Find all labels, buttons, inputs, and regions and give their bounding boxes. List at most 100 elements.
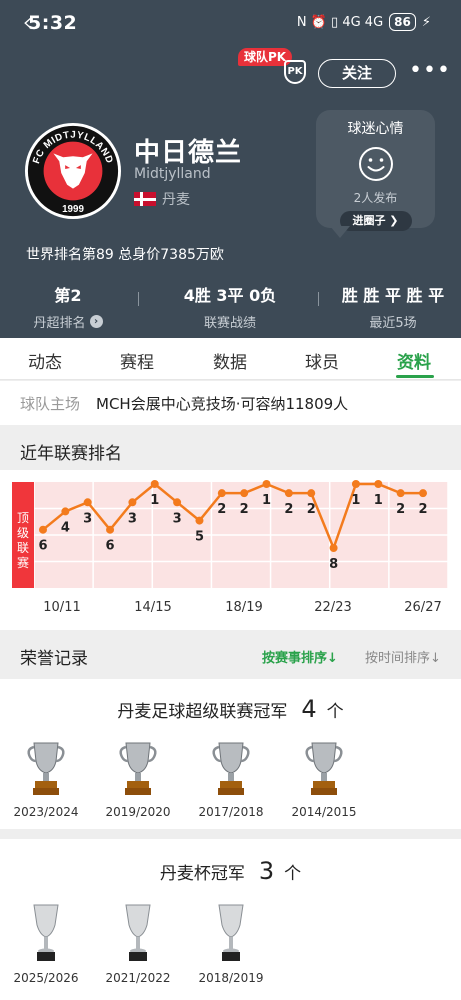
- trophy-item[interactable]: 2014/2015: [284, 739, 364, 819]
- chart-x-tick-label: 10/11: [43, 600, 80, 615]
- trophy-item[interactable]: 2019/2020: [98, 739, 178, 819]
- chart-data-label: 6: [106, 539, 115, 554]
- team-country: 丹麦: [134, 189, 190, 209]
- league-rank-header: 近年联赛排名: [0, 428, 461, 470]
- trophy-season: 2025/2026: [13, 971, 79, 985]
- league-trophy-icon: [27, 742, 65, 795]
- chart-band-label: 级: [17, 526, 29, 540]
- chart-point: [106, 525, 115, 534]
- chart-data-label: 1: [262, 493, 271, 508]
- league-trophy-icon: [119, 742, 157, 795]
- team-header: 5:32 N ⏰ ▯ 4G 4G 86 ⚡ ‹ 球队PK PK 关注 ••• F…: [0, 0, 461, 338]
- honor-group-title: 丹麦杯冠军 3 个: [159, 857, 302, 885]
- chart-point: [128, 498, 137, 507]
- charging-icon: ⚡: [421, 14, 431, 30]
- chart-band-label: 顶: [17, 511, 29, 525]
- follow-button[interactable]: 关注: [318, 59, 396, 88]
- chart-point: [150, 480, 159, 488]
- trophy-item[interactable]: 2017/2018: [191, 739, 271, 819]
- trophy-season: 2021/2022: [105, 971, 171, 985]
- team-stats: 第2 丹超排名 › 4胜 3平 0负 联赛战绩 胜 胜 平 胜 平 最近5场: [0, 282, 461, 331]
- battery-icon: 86: [389, 13, 416, 31]
- chart-data-label: 3: [83, 511, 92, 526]
- active-tab-indicator: [396, 375, 434, 378]
- sort-by-time-button[interactable]: 按时间排序↓: [365, 647, 441, 666]
- trophy-season: 2018/2019: [198, 971, 264, 985]
- tab-news[interactable]: 动态: [28, 348, 62, 373]
- venue-value: MCH会展中心竞技场·可容纳11809人: [96, 395, 349, 413]
- fan-card-tail: [330, 226, 350, 238]
- cup-trophy-icon: [218, 904, 244, 961]
- chart-point: [217, 489, 226, 498]
- tab-players[interactable]: 球员: [305, 348, 339, 373]
- chart-band-label: 赛: [17, 555, 29, 570]
- logo-year: 1999: [62, 204, 84, 215]
- league-rank-chart: 顶级联赛643631352 212 281 12 210/11 14/15 18/19 22/…: [12, 480, 449, 615]
- fan-post-count: 2人发布: [353, 191, 398, 205]
- chart-point: [262, 480, 271, 488]
- stat-last-five: 胜 胜 平 胜 平 最近5场: [338, 282, 448, 331]
- section-title: 荣誉记录: [20, 649, 88, 669]
- country-label: 丹麦: [162, 192, 190, 208]
- trophy-item[interactable]: 2023/2024: [6, 739, 86, 819]
- team-name: 中日德兰: [134, 138, 243, 168]
- fan-mood-card[interactable]: 球迷心情 2人发布 进圈子 ❯: [316, 110, 435, 231]
- chart-point: [351, 480, 360, 488]
- trophy-season: 2014/2015: [291, 805, 357, 819]
- chart-point: [83, 498, 92, 507]
- back-arrow-icon[interactable]: ‹: [22, 8, 34, 38]
- venue-row: 球队主场 MCH会展中心竞技场·可容纳11809人: [0, 381, 461, 425]
- world-rank-value: 世界排名第89 总身价7385万欧: [26, 247, 224, 263]
- honor-group-card: 丹麦足球超级联赛冠军 4 个 2023/2024 2019/2020 2017/…: [0, 679, 461, 829]
- trophy-item[interactable]: 2021/2022: [98, 901, 178, 985]
- chart-data-label: 4: [61, 520, 70, 535]
- venue-label: 球队主场: [20, 395, 81, 413]
- status-time: 5:32: [28, 12, 78, 34]
- enter-circle-button[interactable]: 进圈子 ❯: [339, 211, 412, 231]
- team-logo: FC MIDTJYLLAND 1999: [24, 122, 122, 220]
- chart-data-label: 1: [150, 493, 159, 508]
- chart-point: [284, 489, 293, 498]
- chart-point: [39, 525, 47, 534]
- stat-label: 最近5场: [369, 316, 417, 331]
- chart-data-label: 1: [374, 493, 383, 508]
- tab-schedule[interactable]: 赛程: [120, 348, 154, 373]
- chart-point: [240, 489, 249, 498]
- chart-data-label: 6: [38, 539, 47, 554]
- trophy-item[interactable]: 2018/2019: [191, 901, 271, 985]
- trophy-season: 2017/2018: [198, 805, 264, 819]
- more-icon[interactable]: •••: [409, 58, 451, 83]
- stat-league-rank[interactable]: 第2 丹超排名 ›: [22, 282, 114, 331]
- cup-trophy-icon: [33, 904, 59, 961]
- tab-data[interactable]: 数据: [213, 348, 247, 373]
- section-title: 近年联赛排名: [20, 444, 122, 464]
- chevron-right-icon: ›: [89, 315, 103, 328]
- league-rank-chart-box: 顶级联赛 6 4 3 6 3 1 3 5 2 2 1 2 2 8 1 1 2 2 10/11 14/15 18/19 22/…: [0, 470, 461, 630]
- stat-divider: [318, 292, 319, 306]
- signal-icons: N ⏰ ▯ 4G 4G: [296, 14, 384, 30]
- chart-point: [419, 489, 427, 498]
- smiley-icon: [358, 147, 393, 181]
- sort-by-event-button[interactable]: 按赛事排序↓: [262, 647, 338, 666]
- chart-data-label: 2: [240, 502, 249, 517]
- chart-point: [195, 516, 204, 525]
- chart-point: [396, 489, 405, 498]
- chart-data-label: 1: [351, 493, 360, 508]
- trophy-item[interactable]: 2025/2026: [6, 901, 86, 985]
- tab-info[interactable]: 资料: [397, 348, 431, 373]
- trophy-season: 2023/2024: [13, 805, 79, 819]
- stat-value: 第2: [54, 286, 82, 305]
- stat-value: 胜 胜 平 胜 平: [341, 286, 445, 305]
- chart-point: [374, 480, 383, 488]
- stat-value: 4胜 3平 0负: [183, 286, 277, 305]
- chart-data-label: 2: [396, 502, 405, 517]
- honor-group-title: 丹麦足球超级联赛冠军 4 个: [117, 695, 344, 723]
- chart-point: [329, 544, 338, 552]
- chart-data-label: 8: [329, 557, 338, 572]
- chart-band-label: 联: [17, 541, 29, 555]
- status-icons: N ⏰ ▯ 4G 4G 86 ⚡: [297, 13, 431, 31]
- chart-data-label: 2: [418, 502, 427, 517]
- chart-data-label: 2: [307, 502, 316, 517]
- chart-x-tick-label: 26/27: [404, 600, 441, 615]
- chart-x-tick-label: 22/23: [314, 600, 351, 615]
